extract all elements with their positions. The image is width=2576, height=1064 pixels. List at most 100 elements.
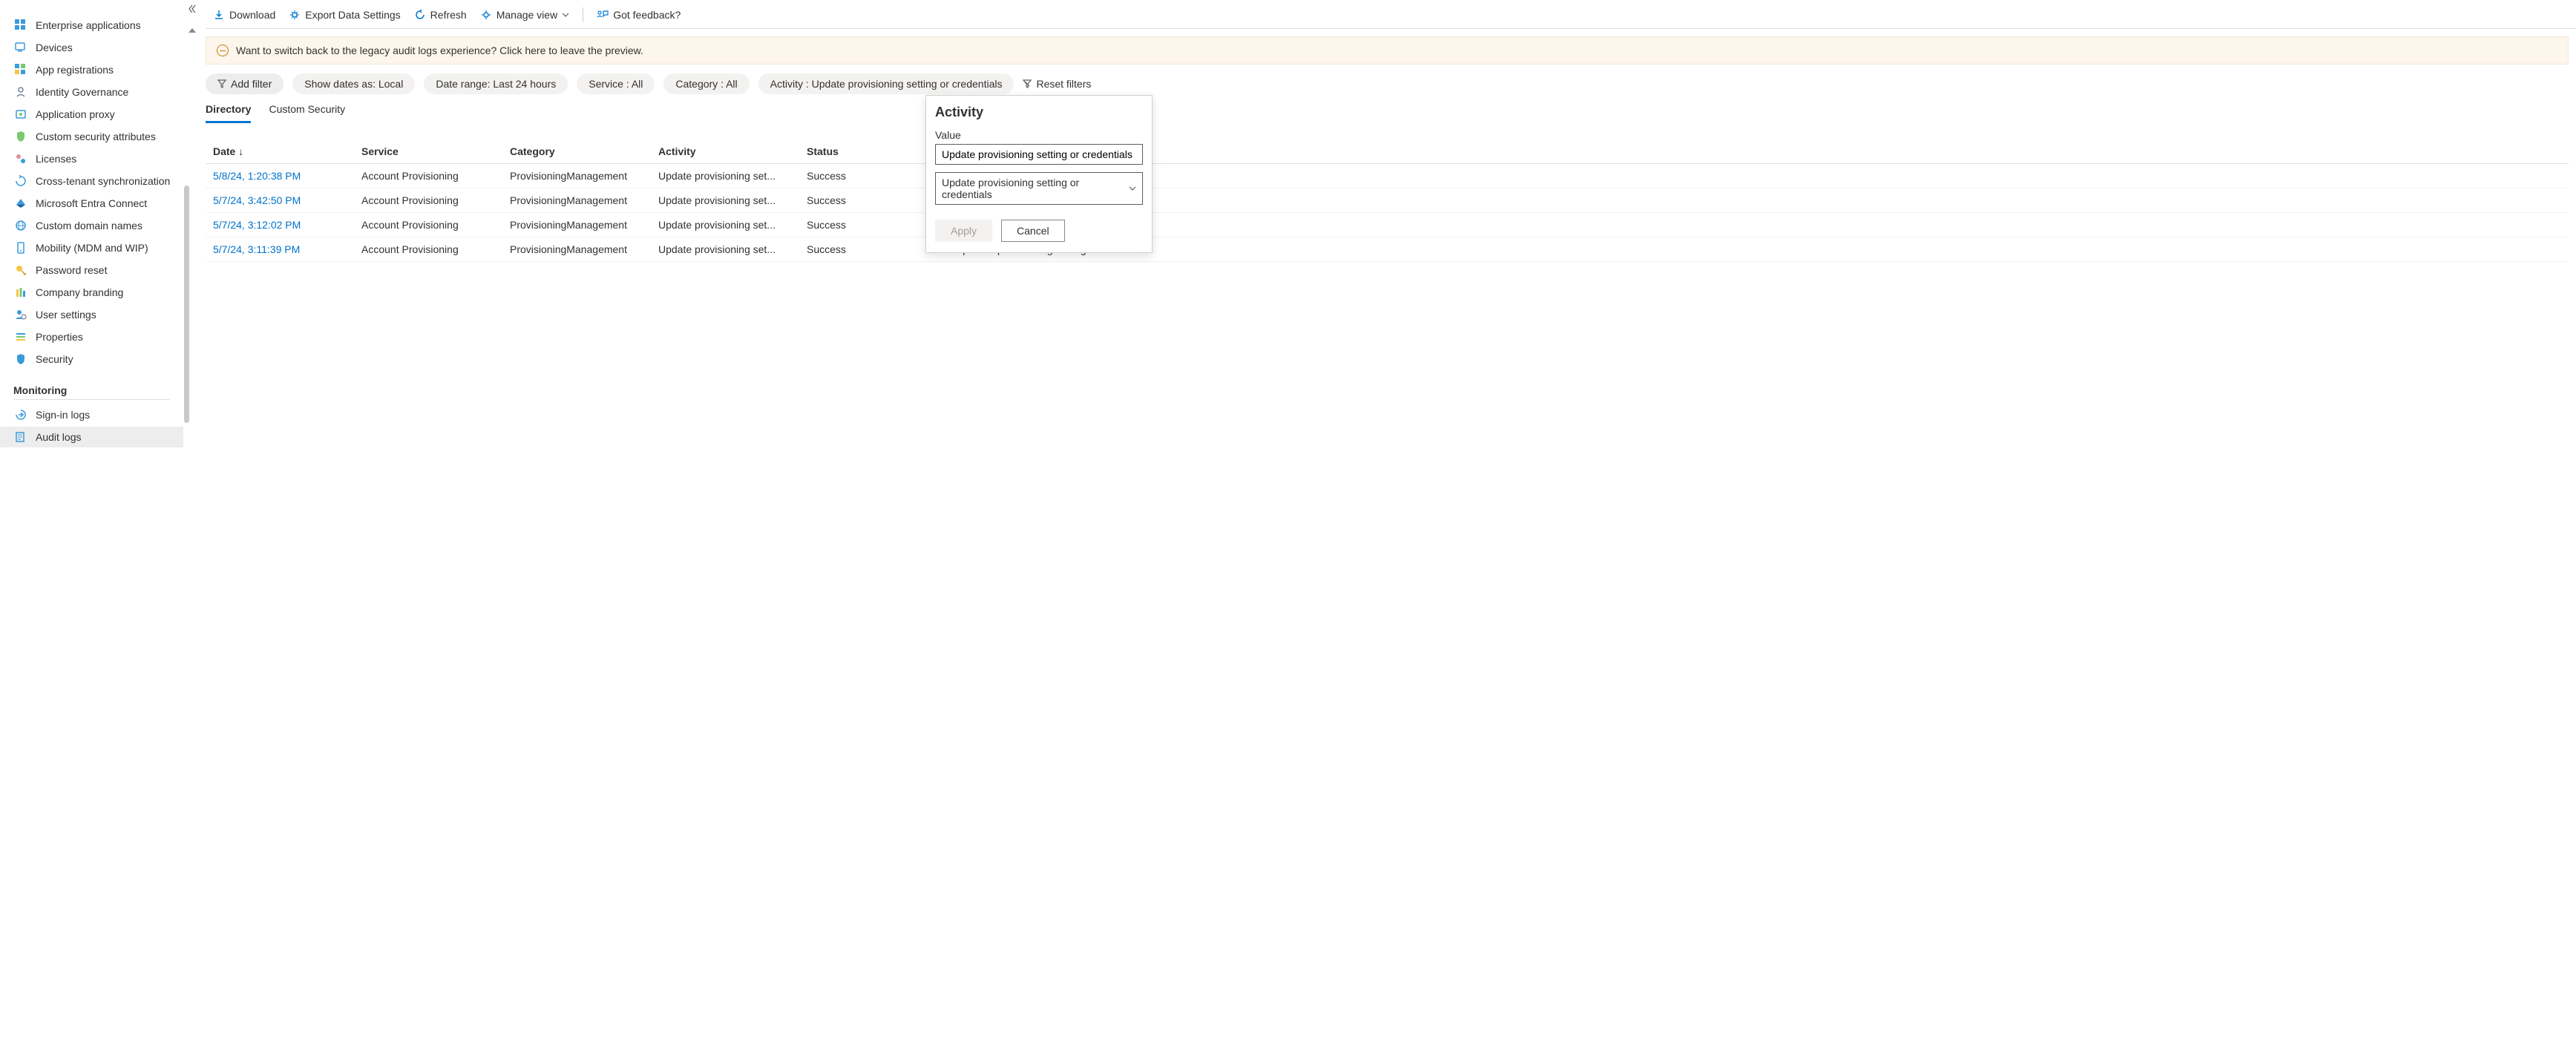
table-row[interactable]: 5/8/24, 1:20:38 PMAccount ProvisioningPr… bbox=[206, 164, 2569, 188]
download-button[interactable]: Download bbox=[213, 9, 275, 21]
sidebar-item-audit-logs[interactable]: Audit logs bbox=[0, 427, 183, 447]
sidebar-item-identity-governance[interactable]: Identity Governance bbox=[0, 82, 183, 102]
sidebar-item-password-reset[interactable]: Password reset bbox=[0, 260, 183, 280]
properties-icon bbox=[15, 331, 27, 343]
add-filter-button[interactable]: Add filter bbox=[206, 73, 284, 94]
password-reset-icon bbox=[15, 264, 27, 276]
sidebar-item-custom-security-attributes[interactable]: Custom security attributes bbox=[0, 126, 183, 147]
cell-date[interactable]: 5/7/24, 3:42:50 PM bbox=[213, 194, 361, 206]
toolbar-label: Refresh bbox=[430, 9, 467, 21]
mobility-icon bbox=[15, 242, 27, 254]
cell-date[interactable]: 5/8/24, 1:20:38 PM bbox=[213, 170, 361, 182]
filter-pill-daterange[interactable]: Date range: Last 24 hours bbox=[424, 73, 568, 94]
activity-value-input[interactable] bbox=[935, 144, 1143, 165]
toolbar: Download Export Data Settings Refresh Ma… bbox=[206, 0, 2576, 29]
manage-view-button[interactable]: Manage view bbox=[480, 9, 570, 21]
popover-buttons: Apply Cancel bbox=[935, 220, 1143, 242]
pill-label: Activity : Update provisioning setting o… bbox=[770, 78, 1003, 90]
filter-icon bbox=[217, 79, 226, 88]
reset-filter-icon bbox=[1023, 79, 1032, 88]
cell-date[interactable]: 5/7/24, 3:12:02 PM bbox=[213, 219, 361, 231]
tab-directory[interactable]: Directory bbox=[206, 103, 251, 123]
table-row[interactable]: 5/7/24, 3:42:50 PMAccount ProvisioningPr… bbox=[206, 188, 2569, 213]
table-header: Date ↓ Service Category Activity Status … bbox=[206, 139, 2569, 164]
app-registrations-icon bbox=[15, 64, 27, 76]
col-header-activity[interactable]: Activity bbox=[658, 145, 807, 157]
activity-filter-popover: Activity Value Update provisioning setti… bbox=[925, 95, 1153, 253]
sidebar-item-label: Custom domain names bbox=[36, 220, 142, 231]
sidebar-item-security[interactable]: Security bbox=[0, 349, 183, 370]
cell-reason: Updated provisioning setting or credenti… bbox=[955, 219, 2561, 231]
signin-logs-icon bbox=[15, 409, 27, 421]
sidebar-item-entra-connect[interactable]: Microsoft Entra Connect bbox=[0, 193, 183, 214]
cell-reason: Updated provisioning setting or credenti… bbox=[955, 243, 2561, 255]
popover-value-label: Value bbox=[935, 129, 1143, 141]
banner-text: Want to switch back to the legacy audit … bbox=[236, 45, 643, 56]
cell-activity: Update provisioning set... bbox=[658, 243, 807, 255]
sidebar-item-cross-tenant-sync[interactable]: Cross-tenant synchronization bbox=[0, 171, 183, 191]
col-header-date[interactable]: Date ↓ bbox=[213, 145, 361, 157]
sidebar-item-label: Company branding bbox=[36, 286, 123, 298]
cell-category: ProvisioningManagement bbox=[510, 194, 658, 206]
col-header-status-reason[interactable]: Status Reason bbox=[955, 145, 2561, 157]
reset-filters-button[interactable]: Reset filters bbox=[1023, 78, 1091, 90]
col-header-service[interactable]: Service bbox=[361, 145, 510, 157]
tab-custom-security[interactable]: Custom Security bbox=[269, 103, 345, 123]
entra-connect-icon bbox=[15, 197, 27, 209]
devices-icon bbox=[15, 42, 27, 53]
pill-label: Add filter bbox=[231, 78, 272, 90]
audit-logs-icon bbox=[15, 431, 27, 443]
filter-pill-service[interactable]: Service : All bbox=[577, 73, 655, 94]
pill-label: Category : All bbox=[675, 78, 737, 90]
sidebar-item-label: Application proxy bbox=[36, 108, 115, 120]
feedback-icon bbox=[597, 9, 609, 21]
sidebar-item-application-proxy[interactable]: Application proxy bbox=[0, 104, 183, 125]
activity-select[interactable]: Update provisioning setting or credentia… bbox=[935, 172, 1143, 205]
warning-icon bbox=[217, 45, 229, 56]
cancel-button[interactable]: Cancel bbox=[1001, 220, 1065, 242]
table-row[interactable]: 5/7/24, 3:11:39 PMAccount ProvisioningPr… bbox=[206, 237, 2569, 262]
sidebar-item-company-branding[interactable]: Company branding bbox=[0, 282, 183, 303]
filter-pill-activity[interactable]: Activity : Update provisioning setting o… bbox=[758, 73, 1015, 94]
chevron-down-icon bbox=[1129, 186, 1136, 191]
licenses-icon bbox=[15, 153, 27, 165]
sidebar-item-label: Licenses bbox=[36, 153, 76, 165]
sidebar-item-enterprise-applications[interactable]: Enterprise applications bbox=[0, 15, 183, 36]
sidebar-item-user-settings[interactable]: User settings bbox=[0, 304, 183, 325]
toolbar-label: Download bbox=[229, 9, 275, 21]
user-settings-icon bbox=[15, 309, 27, 321]
chevron-down-icon bbox=[562, 13, 569, 17]
sidebar-item-label: Mobility (MDM and WIP) bbox=[36, 242, 148, 254]
sidebar-item-label: Password reset bbox=[36, 264, 107, 276]
shield-icon bbox=[15, 353, 27, 365]
sidebar-item-app-registrations[interactable]: App registrations bbox=[0, 59, 183, 80]
reset-label: Reset filters bbox=[1036, 78, 1091, 90]
sidebar-item-properties[interactable]: Properties bbox=[0, 326, 183, 347]
table-row[interactable]: 5/7/24, 3:12:02 PMAccount ProvisioningPr… bbox=[206, 213, 2569, 237]
sidebar-item-signin-logs[interactable]: Sign-in logs bbox=[0, 404, 183, 425]
feedback-button[interactable]: Got feedback? bbox=[597, 9, 681, 21]
refresh-button[interactable]: Refresh bbox=[414, 9, 467, 21]
cell-reason: Updated provisioning setting or credenti… bbox=[955, 194, 2561, 206]
legacy-banner[interactable]: Want to switch back to the legacy audit … bbox=[206, 36, 2569, 65]
gear-icon bbox=[289, 9, 301, 21]
custom-domain-icon bbox=[15, 220, 27, 231]
filter-pill-dates[interactable]: Show dates as: Local bbox=[292, 73, 415, 94]
sidebar-section-monitoring: Monitoring bbox=[0, 371, 183, 399]
cell-activity: Update provisioning set... bbox=[658, 170, 807, 182]
filter-bar: Add filter Show dates as: Local Date ran… bbox=[206, 73, 2576, 103]
filter-pill-category[interactable]: Category : All bbox=[663, 73, 749, 94]
popover-title: Activity bbox=[935, 105, 1143, 120]
export-button[interactable]: Export Data Settings bbox=[289, 9, 400, 21]
sort-down-icon: ↓ bbox=[238, 145, 243, 157]
company-branding-icon bbox=[15, 286, 27, 298]
pill-label: Show dates as: Local bbox=[304, 78, 403, 90]
cell-date[interactable]: 5/7/24, 3:11:39 PM bbox=[213, 243, 361, 255]
sidebar-item-label: User settings bbox=[36, 309, 96, 321]
sidebar-item-label: Devices bbox=[36, 42, 73, 53]
sidebar-item-devices[interactable]: Devices bbox=[0, 37, 183, 58]
col-header-category[interactable]: Category bbox=[510, 145, 658, 157]
sidebar-item-custom-domain-names[interactable]: Custom domain names bbox=[0, 215, 183, 236]
sidebar-item-mobility[interactable]: Mobility (MDM and WIP) bbox=[0, 237, 183, 258]
sidebar-item-licenses[interactable]: Licenses bbox=[0, 148, 183, 169]
